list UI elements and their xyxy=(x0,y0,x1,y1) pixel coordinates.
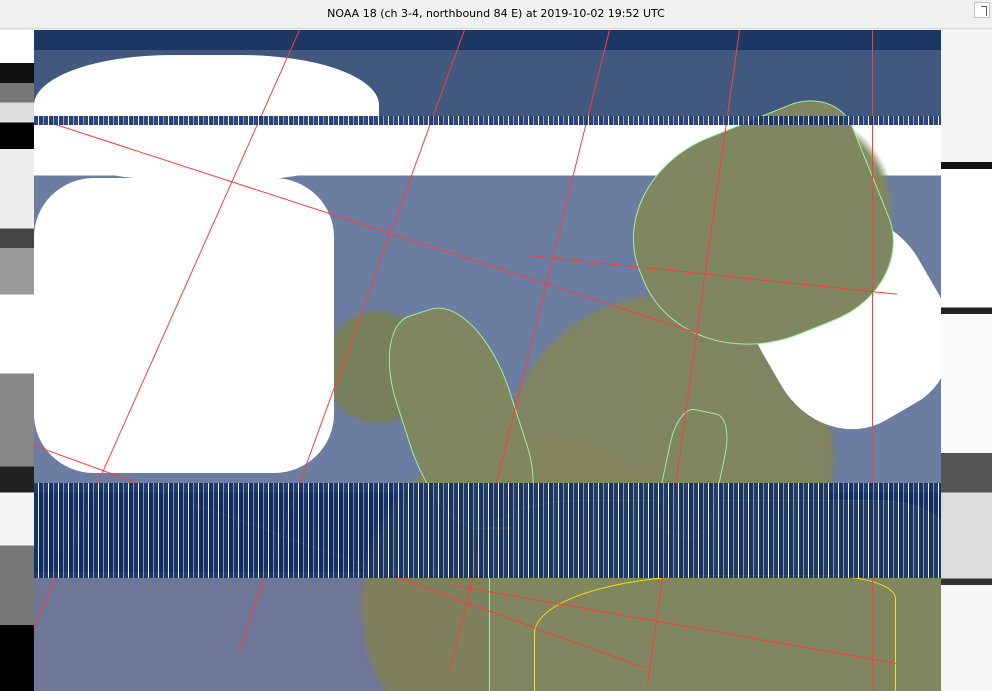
right-telemetry-strip xyxy=(941,30,992,691)
noise-band-middle xyxy=(34,483,941,578)
maximize-button[interactable] xyxy=(974,2,990,18)
title-bar[interactable]: NOAA 18 (ch 3-4, northbound 84 E) at 201… xyxy=(0,0,992,29)
satellite-map xyxy=(34,30,941,691)
application-window: NOAA 18 (ch 3-4, northbound 84 E) at 201… xyxy=(0,0,992,691)
cloud-area-west xyxy=(34,178,334,473)
left-telemetry-strip xyxy=(0,30,34,691)
grid-line-lon-5 xyxy=(872,30,873,691)
country-border-lines xyxy=(534,575,896,691)
noise-band-top xyxy=(34,116,941,125)
window-title: NOAA 18 (ch 3-4, northbound 84 E) at 201… xyxy=(327,7,665,20)
